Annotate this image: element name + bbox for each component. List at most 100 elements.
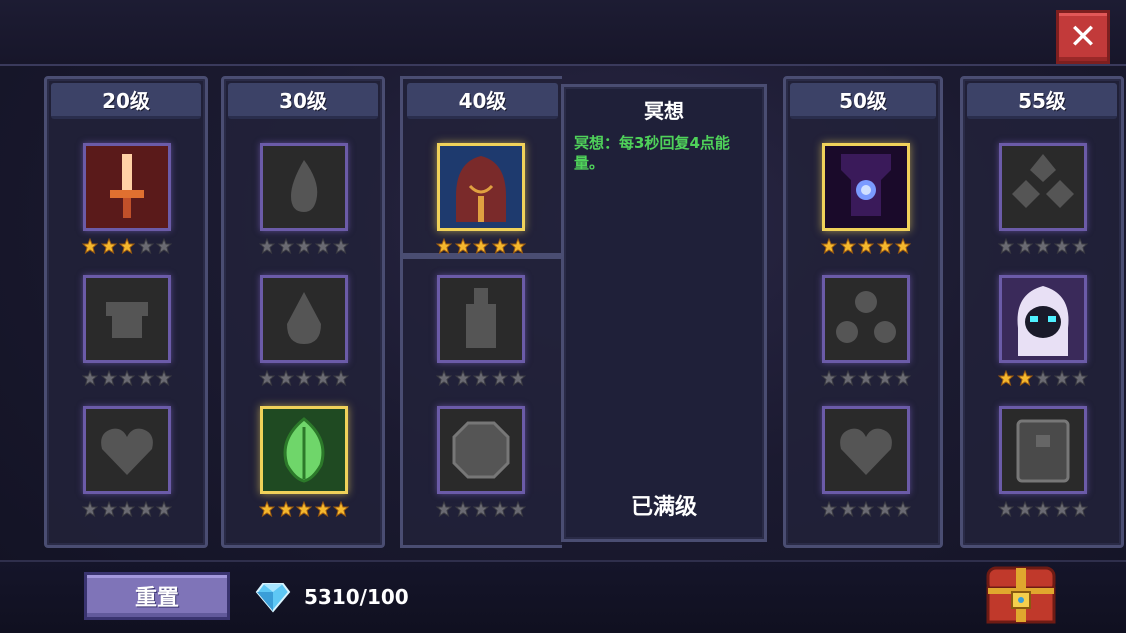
star-empty-icon (296, 370, 312, 386)
skill-star-rating (82, 238, 172, 254)
skill-detail-panel: 冥想 冥想：每3秒回复4点能量。 已满级 (561, 84, 767, 542)
column-header-20: 20级 (51, 83, 201, 119)
skill-star-rating (998, 370, 1088, 386)
skill-slot[interactable] (999, 406, 1087, 494)
skill-slot[interactable] (260, 143, 348, 231)
star-filled-icon (277, 501, 294, 517)
star-empty-icon (821, 501, 837, 517)
star-empty-icon (821, 370, 837, 386)
dark-crystal-armor-icon (825, 146, 907, 228)
star-filled-icon (473, 238, 489, 254)
star-empty-icon (277, 370, 294, 386)
star-filled-icon (876, 238, 893, 254)
heart-icon (825, 409, 907, 491)
star-empty-icon (998, 501, 1014, 517)
star-empty-icon (314, 370, 331, 386)
skill-slot[interactable] (999, 275, 1087, 363)
skill-slot[interactable] (437, 143, 525, 231)
star-empty-icon (314, 238, 331, 254)
skill-slot[interactable] (822, 275, 910, 363)
skill-slot[interactable] (83, 143, 171, 231)
star-empty-icon (895, 370, 911, 386)
star-filled-icon (454, 238, 471, 254)
gem-count: 5310/100 (304, 585, 409, 609)
column-header-50: 50级 (790, 83, 936, 119)
star-filled-icon (1016, 370, 1033, 386)
skill-star-rating (259, 238, 349, 254)
skill-star-rating (82, 370, 172, 386)
star-empty-icon (858, 370, 874, 386)
star-empty-icon (137, 370, 154, 386)
skill-star-rating (436, 370, 526, 386)
star-filled-icon (998, 370, 1014, 386)
armor-chest-icon (86, 278, 168, 360)
star-empty-icon (259, 370, 275, 386)
star-empty-icon (1053, 238, 1070, 254)
skill-slot[interactable] (83, 275, 171, 363)
spellbook-icon (1002, 409, 1084, 491)
skill-slot[interactable] (83, 406, 171, 494)
meditating-hooded-icon (440, 146, 522, 228)
triple-orb-icon (825, 278, 907, 360)
skill-detail-description: 冥想：每3秒回复4点能量。 (574, 134, 730, 172)
top-bar (0, 0, 1126, 66)
star-filled-icon (82, 238, 98, 254)
skill-star-rating (821, 370, 911, 386)
star-filled-icon (491, 238, 508, 254)
skill-star-rating (998, 501, 1088, 517)
star-empty-icon (1072, 238, 1088, 254)
star-filled-icon (314, 501, 331, 517)
skill-detail-title: 冥想 (644, 99, 684, 123)
star-filled-icon (895, 238, 911, 254)
leaf-icon (263, 409, 345, 491)
skill-slot[interactable] (822, 143, 910, 231)
star-empty-icon (454, 501, 471, 517)
star-empty-icon (436, 501, 452, 517)
star-empty-icon (1072, 501, 1088, 517)
star-empty-icon (1016, 501, 1033, 517)
skill-star-rating (82, 501, 172, 517)
star-empty-icon (858, 501, 874, 517)
star-empty-icon (333, 238, 349, 254)
star-empty-icon (156, 238, 172, 254)
skill-star-rating (821, 238, 911, 254)
star-filled-icon (119, 238, 135, 254)
star-empty-icon (259, 238, 275, 254)
octagon-shield-icon (440, 409, 522, 491)
star-filled-icon (436, 238, 452, 254)
glowing-sword-icon (86, 146, 168, 228)
star-filled-icon (100, 238, 117, 254)
star-empty-icon (1035, 501, 1051, 517)
star-empty-icon (119, 501, 135, 517)
water-drop-icon (263, 278, 345, 360)
skill-star-rating (436, 238, 526, 254)
reset-button[interactable]: 重置 (84, 572, 230, 620)
star-empty-icon (137, 238, 154, 254)
star-empty-icon (491, 370, 508, 386)
treasure-chest-icon[interactable] (982, 562, 1060, 626)
star-empty-icon (1035, 238, 1051, 254)
star-empty-icon (839, 501, 856, 517)
star-empty-icon (454, 370, 471, 386)
diamond-gem-icon (255, 583, 291, 613)
star-empty-icon (100, 370, 117, 386)
star-empty-icon (156, 501, 172, 517)
star-empty-icon (1053, 370, 1070, 386)
skill-slot[interactable] (999, 143, 1087, 231)
white-hooded-ghost-icon (1002, 278, 1084, 360)
skill-slot[interactable] (260, 406, 348, 494)
star-filled-icon (333, 501, 349, 517)
close-button[interactable]: ✕ (1056, 10, 1110, 64)
skill-slot[interactable] (437, 406, 525, 494)
column-header-55: 55级 (967, 83, 1117, 119)
star-empty-icon (156, 370, 172, 386)
skill-star-rating (259, 501, 349, 517)
skill-star-rating (821, 501, 911, 517)
star-filled-icon (296, 501, 312, 517)
star-empty-icon (277, 238, 294, 254)
sword-hilt-icon (440, 278, 522, 360)
star-empty-icon (1016, 238, 1033, 254)
skill-slot[interactable] (822, 406, 910, 494)
skill-slot[interactable] (437, 275, 525, 363)
skill-slot[interactable] (260, 275, 348, 363)
